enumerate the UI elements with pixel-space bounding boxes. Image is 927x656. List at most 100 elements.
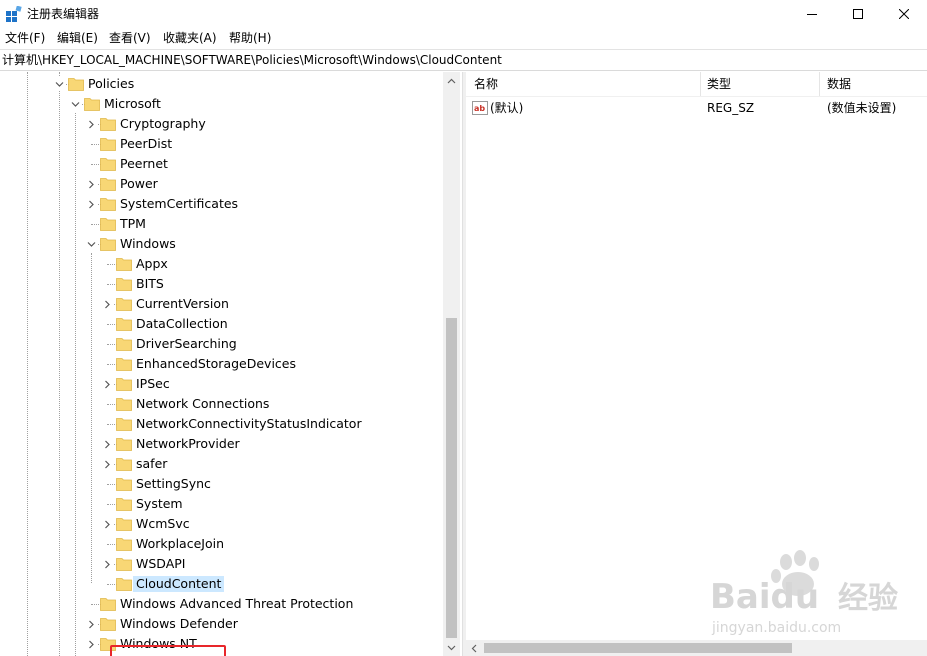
chevron-right-icon	[88, 640, 94, 648]
menu-edit[interactable]: 编辑(E)	[57, 30, 98, 46]
watermark-brand-cn: 经验	[838, 581, 898, 616]
expand-toggle-collapsed[interactable]	[100, 517, 114, 531]
expand-toggle-collapsed[interactable]	[84, 197, 98, 211]
tree-item-label: Windows Advanced Threat Protection	[120, 596, 354, 611]
tree-item-ipsec[interactable]: IPSec	[0, 374, 440, 394]
tree-item-peerdist[interactable]: PeerDist	[0, 134, 440, 154]
expand-toggle-collapsed[interactable]	[100, 457, 114, 471]
tree-item-microsoft[interactable]: Microsoft	[0, 94, 440, 114]
tree-item-workplacejoin[interactable]: WorkplaceJoin	[0, 534, 440, 554]
tree-item-label: Peernet	[120, 156, 168, 171]
tree-item-system[interactable]: System	[0, 494, 440, 514]
string-value-icon: ab	[472, 101, 488, 115]
chevron-right-icon	[104, 460, 110, 468]
expand-toggle-collapsed[interactable]	[100, 557, 114, 571]
chevron-down-icon	[55, 81, 63, 87]
scroll-down-button[interactable]	[443, 639, 460, 656]
tree-item-label: IPSec	[136, 376, 170, 391]
expand-toggle-collapsed[interactable]	[84, 617, 98, 631]
chevron-down-icon	[71, 101, 79, 107]
tree-item-label: NetworkConnectivityStatusIndicator	[136, 416, 362, 431]
address-path[interactable]: 计算机\HKEY_LOCAL_MACHINE\SOFTWARE\Policies…	[2, 53, 502, 68]
tree-item-network-connections[interactable]: Network Connections	[0, 394, 440, 414]
chevron-down-icon	[87, 241, 95, 247]
scroll-left-button[interactable]	[466, 640, 482, 656]
menu-favorites[interactable]: 收藏夹(A)	[163, 30, 217, 46]
tree-item-power[interactable]: Power	[0, 174, 440, 194]
menu-help[interactable]: 帮助(H)	[229, 30, 271, 46]
tree-item-wsdapi[interactable]: WSDAPI	[0, 554, 440, 574]
tree-item-enhancedstoragedevices[interactable]: EnhancedStorageDevices	[0, 354, 440, 374]
menu-file[interactable]: 文件(F)	[5, 30, 45, 46]
maximize-button[interactable]	[835, 0, 881, 28]
tree-item-label: NetworkProvider	[136, 436, 240, 451]
tree-item-networkprovider[interactable]: NetworkProvider	[0, 434, 440, 454]
expand-toggle-collapsed[interactable]	[84, 637, 98, 651]
folder-icon	[116, 358, 132, 371]
column-divider[interactable]	[819, 72, 820, 96]
tree-item-cryptography[interactable]: Cryptography	[0, 114, 440, 134]
tree-item-appx[interactable]: Appx	[0, 254, 440, 274]
list-horizontal-scrollbar[interactable]	[466, 640, 927, 656]
column-divider[interactable]	[700, 72, 701, 96]
expand-toggle-collapsed[interactable]	[84, 117, 98, 131]
close-icon	[899, 9, 909, 19]
menu-view[interactable]: 查看(V)	[109, 30, 151, 46]
selection-highlight-box	[110, 645, 226, 656]
folder-icon	[116, 498, 132, 511]
tree-item-windows-defender[interactable]: Windows Defender	[0, 614, 440, 634]
tree-item-windows-advanced-threat-protection[interactable]: Windows Advanced Threat Protection	[0, 594, 440, 614]
chevron-right-icon	[88, 200, 94, 208]
value-name: (默认)	[490, 101, 524, 115]
close-button[interactable]	[881, 0, 927, 28]
scroll-thumb[interactable]	[484, 643, 792, 653]
tree-item-label: System	[136, 496, 183, 511]
expand-toggle-expanded[interactable]	[68, 97, 82, 111]
tree-item-label: CurrentVersion	[136, 296, 229, 311]
tree-item-systemcertificates[interactable]: SystemCertificates	[0, 194, 440, 214]
tree-item-label: PeerDist	[120, 136, 173, 151]
tree-item-wcmsvc[interactable]: WcmSvc	[0, 514, 440, 534]
column-header-name[interactable]: 名称	[474, 77, 498, 92]
expand-toggle-expanded[interactable]	[52, 77, 66, 91]
tree-vertical-scrollbar[interactable]	[443, 72, 460, 656]
tree-item-currentversion[interactable]: CurrentVersion	[0, 294, 440, 314]
tree-item-label: Appx	[136, 256, 168, 271]
tree-item-safer[interactable]: safer	[0, 454, 440, 474]
tree-item-driversearching[interactable]: DriverSearching	[0, 334, 440, 354]
tree-item-settingsync[interactable]: SettingSync	[0, 474, 440, 494]
column-header-data[interactable]: 数据	[827, 77, 851, 92]
chevron-right-icon	[88, 620, 94, 628]
expand-toggle-expanded[interactable]	[84, 237, 98, 251]
folder-icon	[116, 518, 132, 531]
scroll-up-button[interactable]	[443, 72, 460, 89]
expand-toggle-collapsed[interactable]	[100, 377, 114, 391]
chevron-right-icon	[104, 380, 110, 388]
tree-item-label: BITS	[136, 276, 164, 291]
address-bar[interactable]: 计算机\HKEY_LOCAL_MACHINE\SOFTWARE\Policies…	[0, 49, 927, 71]
tree-item-policies[interactable]: Policies	[0, 74, 440, 94]
tree-item-label: Windows	[120, 236, 176, 251]
scroll-thumb[interactable]	[446, 318, 457, 638]
tree-item-datacollection[interactable]: DataCollection	[0, 314, 440, 334]
chevron-right-icon	[104, 440, 110, 448]
expand-toggle-collapsed[interactable]	[100, 297, 114, 311]
tree-item-peernet[interactable]: Peernet	[0, 154, 440, 174]
folder-icon	[116, 558, 132, 571]
expand-toggle-collapsed[interactable]	[100, 437, 114, 451]
tree-item-label: safer	[136, 456, 168, 471]
folder-icon	[100, 118, 116, 131]
tree-item-label: DriverSearching	[136, 336, 237, 351]
tree-item-tpm[interactable]: TPM	[0, 214, 440, 234]
folder-icon	[116, 398, 132, 411]
tree-item-label: Network Connections	[136, 396, 270, 411]
tree-item-networkconnectivitystatusindicator[interactable]: NetworkConnectivityStatusIndicator	[0, 414, 440, 434]
tree-item-cloudcontent[interactable]: CloudContent	[0, 574, 440, 594]
watermark-brand: Baidu	[710, 577, 819, 617]
expand-toggle-collapsed[interactable]	[84, 177, 98, 191]
tree-item-bits[interactable]: BITS	[0, 274, 440, 294]
minimize-button[interactable]	[789, 0, 835, 28]
column-header-type[interactable]: 类型	[707, 77, 731, 92]
chevron-right-icon	[104, 300, 110, 308]
tree-item-windows[interactable]: Windows	[0, 234, 440, 254]
